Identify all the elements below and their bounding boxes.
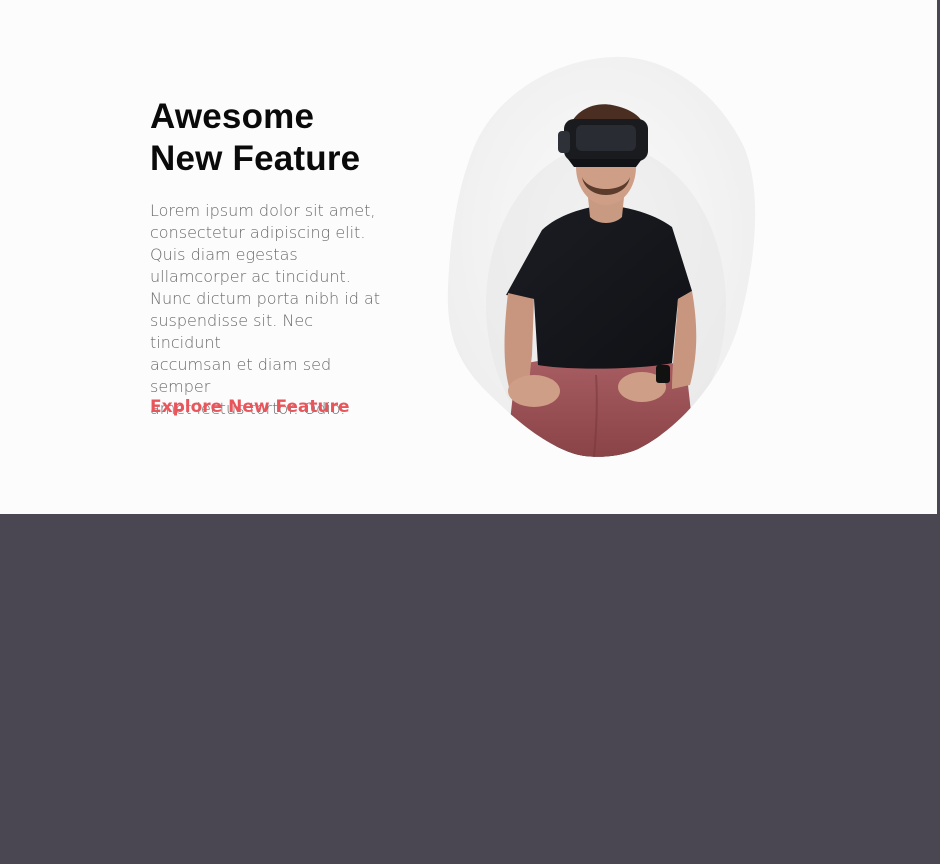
feature-title-line-2: New Feature xyxy=(150,139,361,178)
feature-title-line-1: Awesome xyxy=(150,97,315,136)
description-line: ullamcorper ac tincidunt. xyxy=(150,267,351,286)
feature-image xyxy=(447,56,756,457)
description-line: Lorem ipsum dolor sit amet, xyxy=(150,201,376,220)
explore-feature-link[interactable]: Explore New Feature xyxy=(150,396,350,418)
description-line: consectetur adipiscing elit. xyxy=(150,223,366,242)
feature-section: Awesome New Feature Lorem ipsum dolor sit… xyxy=(0,0,937,514)
dark-content-section xyxy=(0,514,940,864)
description-line: Quis diam egestas xyxy=(150,245,298,264)
description-line: Nunc dictum porta nibh id at xyxy=(150,289,381,308)
description-line: accumsan et diam sed semper xyxy=(150,355,332,396)
description-line: suspendisse sit. Nec tincidunt xyxy=(150,311,313,352)
feature-title: Awesome New Feature xyxy=(150,96,410,180)
feature-description: Lorem ipsum dolor sit amet, consectetur a… xyxy=(150,200,386,420)
